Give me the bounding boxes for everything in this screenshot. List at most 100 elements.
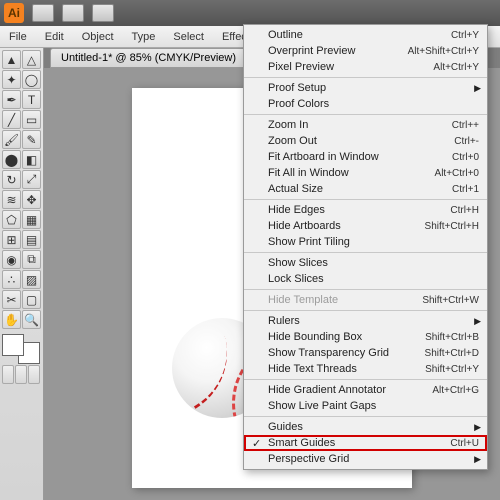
menu-object[interactable]: Object <box>73 28 123 46</box>
menu-item-proof-colors[interactable]: Proof Colors <box>244 96 487 112</box>
shortcut-text: Shift+Ctrl+D <box>425 348 479 359</box>
tool-mesh[interactable]: ⊞ <box>2 230 21 249</box>
menu-item-zoom-out[interactable]: Zoom OutCtrl+- <box>244 133 487 149</box>
mode-a[interactable] <box>2 365 14 384</box>
menu-item-label: Hide Artboards <box>268 220 425 232</box>
menu-item-guides[interactable]: Guides▶ <box>244 419 487 435</box>
tool-dsel[interactable]: △ <box>22 50 41 69</box>
shortcut-text: Shift+Ctrl+W <box>422 295 479 306</box>
tool-line[interactable]: ╱ <box>2 110 21 129</box>
menu-item-show-transparency-grid[interactable]: Show Transparency GridShift+Ctrl+D <box>244 345 487 361</box>
menu-item-label: Actual Size <box>268 183 452 195</box>
menu-item-actual-size[interactable]: Actual SizeCtrl+1 <box>244 181 487 197</box>
tool-scale[interactable]: ⤢ <box>22 170 41 189</box>
menu-item-show-slices[interactable]: Show Slices <box>244 255 487 271</box>
menu-item-outline[interactable]: OutlineCtrl+Y <box>244 27 487 43</box>
menu-item-proof-setup[interactable]: Proof Setup▶ <box>244 80 487 96</box>
menu-item-label: Show Slices <box>268 257 479 269</box>
tool-spray[interactable]: ∴ <box>2 270 21 289</box>
tool-psp[interactable]: ▦ <box>22 210 41 229</box>
tool-brush[interactable]: 🖌 <box>2 130 21 149</box>
tool-lasso[interactable]: ◯ <box>22 70 41 89</box>
shortcut-text: Ctrl+0 <box>452 152 479 163</box>
menu-item-lock-slices[interactable]: Lock Slices <box>244 271 487 287</box>
menu-item-fit-all-in-window[interactable]: Fit All in WindowAlt+Ctrl+0 <box>244 165 487 181</box>
menu-item-label: Zoom Out <box>268 135 454 147</box>
tool-pencil[interactable]: ✎ <box>22 130 41 149</box>
tool-warp[interactable]: ≋ <box>2 190 21 209</box>
mode-b[interactable] <box>15 365 27 384</box>
menu-edit[interactable]: Edit <box>36 28 73 46</box>
menu-item-label: Hide Text Threads <box>268 363 425 375</box>
menu-item-pixel-preview[interactable]: Pixel PreviewAlt+Ctrl+Y <box>244 59 487 75</box>
tool-slice[interactable]: ✂ <box>2 290 21 309</box>
tool-sel[interactable]: ▲ <box>2 50 21 69</box>
shortcut-text: Ctrl++ <box>452 120 479 131</box>
shortcut-text: Shift+Ctrl+H <box>425 221 479 232</box>
submenu-arrow-icon: ▶ <box>474 454 481 465</box>
tool-zoom[interactable]: 🔍 <box>22 310 41 329</box>
menu-item-perspective-grid[interactable]: Perspective Grid▶ <box>244 451 487 467</box>
toolbar-button[interactable] <box>32 4 54 22</box>
menu-item-label: Zoom In <box>268 119 452 131</box>
menu-item-label: Hide Template <box>268 294 422 306</box>
menu-item-label: Hide Edges <box>268 204 450 216</box>
tool-wand[interactable]: ✦ <box>2 70 21 89</box>
menu-item-hide-gradient-annotator[interactable]: Hide Gradient AnnotatorAlt+Ctrl+G <box>244 382 487 398</box>
menu-item-label: Show Print Tiling <box>268 236 479 248</box>
menu-item-label: Pixel Preview <box>268 61 433 73</box>
shortcut-text: Shift+Ctrl+Y <box>425 364 479 375</box>
mode-c[interactable] <box>28 365 40 384</box>
toolbar-button[interactable] <box>92 4 114 22</box>
shortcut-text: Ctrl+Y <box>451 30 479 41</box>
tool-eye[interactable]: ◉ <box>2 250 21 269</box>
tool-blend[interactable]: ⧉ <box>22 250 41 269</box>
menu-item-fit-artboard-in-window[interactable]: Fit Artboard in WindowCtrl+0 <box>244 149 487 165</box>
tool-blob[interactable]: ⬤ <box>2 150 21 169</box>
tool-free[interactable]: ✥ <box>22 190 41 209</box>
menu-item-hide-edges[interactable]: Hide EdgesCtrl+H <box>244 202 487 218</box>
menu-item-show-print-tiling[interactable]: Show Print Tiling <box>244 234 487 250</box>
tab-title: Untitled-1* @ 85% (CMYK/Preview) <box>61 52 236 64</box>
menu-item-rulers[interactable]: Rulers▶ <box>244 313 487 329</box>
menu-item-show-live-paint-gaps[interactable]: Show Live Paint Gaps <box>244 398 487 414</box>
check-icon: ✓ <box>252 437 261 450</box>
view-menu-dropdown: OutlineCtrl+YOverprint PreviewAlt+Shift+… <box>243 24 488 470</box>
menu-item-hide-bounding-box[interactable]: Hide Bounding BoxShift+Ctrl+B <box>244 329 487 345</box>
menu-item-label: Lock Slices <box>268 273 479 285</box>
tool-pen[interactable]: ✒ <box>2 90 21 109</box>
tool-col[interactable]: ▨ <box>22 270 41 289</box>
tool-eraser[interactable]: ◧ <box>22 150 41 169</box>
tool-rot[interactable]: ↻ <box>2 170 21 189</box>
menu-item-label: Outline <box>268 29 451 41</box>
menu-item-label: Show Live Paint Gaps <box>268 400 479 412</box>
tool-hand[interactable]: ✋ <box>2 310 21 329</box>
menu-item-hide-template: Hide TemplateShift+Ctrl+W <box>244 292 487 308</box>
tool-shape[interactable]: ⬠ <box>2 210 21 229</box>
menu-select[interactable]: Select <box>164 28 213 46</box>
menu-item-hide-text-threads[interactable]: Hide Text ThreadsShift+Ctrl+Y <box>244 361 487 377</box>
shortcut-text: Alt+Ctrl+G <box>432 385 479 396</box>
menu-item-zoom-in[interactable]: Zoom InCtrl++ <box>244 117 487 133</box>
title-bar: Ai <box>0 0 500 26</box>
menu-item-overprint-preview[interactable]: Overprint PreviewAlt+Shift+Ctrl+Y <box>244 43 487 59</box>
shortcut-text: Ctrl+- <box>454 136 479 147</box>
menu-item-label: Hide Bounding Box <box>268 331 425 343</box>
menu-item-label: Show Transparency Grid <box>268 347 425 359</box>
menu-item-label: Fit Artboard in Window <box>268 151 452 163</box>
tool-type[interactable]: T <box>22 90 41 109</box>
menu-type[interactable]: Type <box>123 28 165 46</box>
tool-art[interactable]: ▢ <box>22 290 41 309</box>
shortcut-text: Ctrl+H <box>450 205 479 216</box>
menu-item-label: Hide Gradient Annotator <box>268 384 432 396</box>
tool-grad[interactable]: ▤ <box>22 230 41 249</box>
color-swatch[interactable] <box>2 334 40 364</box>
toolbar-button[interactable] <box>62 4 84 22</box>
menu-file[interactable]: File <box>0 28 36 46</box>
tool-rect[interactable]: ▭ <box>22 110 41 129</box>
menu-item-label: Smart Guides <box>268 437 450 449</box>
menu-item-hide-artboards[interactable]: Hide ArtboardsShift+Ctrl+H <box>244 218 487 234</box>
menu-item-smart-guides[interactable]: ✓Smart GuidesCtrl+U <box>244 435 487 451</box>
document-tab[interactable]: Untitled-1* @ 85% (CMYK/Preview) ✕ <box>50 48 261 68</box>
app-logo: Ai <box>4 3 24 23</box>
